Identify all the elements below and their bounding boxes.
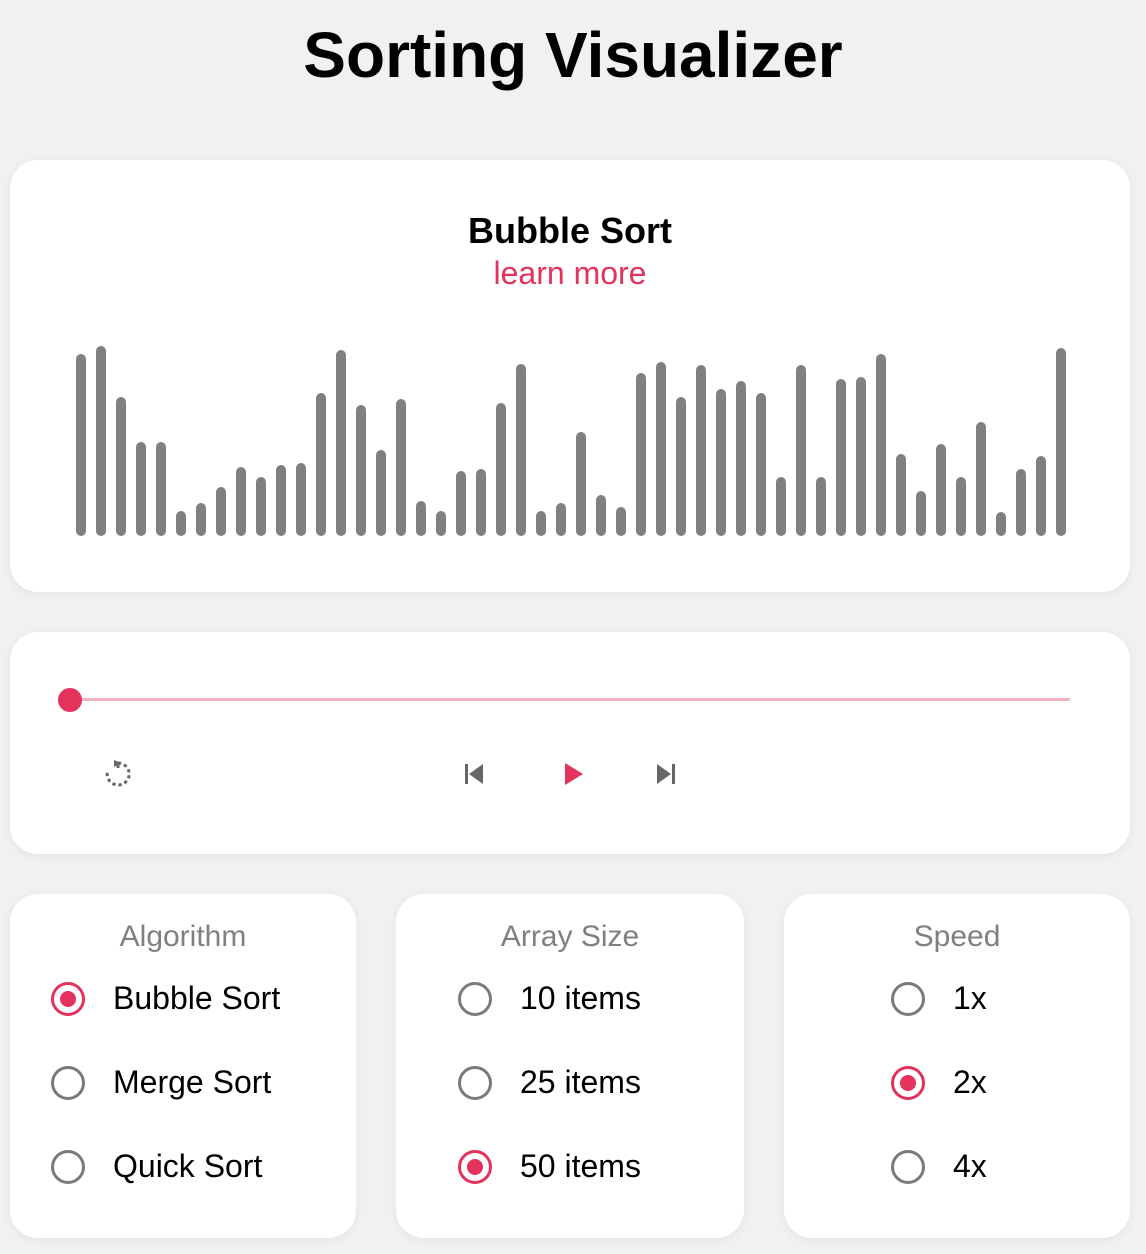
- speed-option-4x[interactable]: 4x: [891, 1148, 987, 1185]
- algorithm-option-label: Merge Sort: [113, 1064, 272, 1100]
- array-bar: [556, 503, 566, 536]
- algorithm-option-quick-sort[interactable]: Quick Sort: [51, 1148, 262, 1185]
- array-bar: [596, 495, 606, 536]
- array-bar: [396, 399, 406, 536]
- array-size-option-50[interactable]: 50 items: [458, 1148, 641, 1185]
- array-size-option-label: 10 items: [520, 980, 641, 1016]
- previous-button[interactable]: [454, 756, 494, 796]
- page-title: Sorting Visualizer: [303, 19, 843, 91]
- array-bar: [176, 511, 186, 536]
- array-bar: [416, 501, 426, 536]
- play-button[interactable]: [552, 756, 592, 796]
- array-bar: [676, 397, 686, 536]
- array-bar: [496, 403, 506, 536]
- playback-card: [10, 632, 1130, 854]
- array-bar: [636, 373, 646, 536]
- array-bar: [876, 354, 886, 536]
- skip-next-icon: [651, 759, 681, 794]
- speed-option-2x[interactable]: 2x: [891, 1064, 987, 1101]
- array-bar: [136, 442, 146, 536]
- progress-track[interactable]: [70, 698, 1070, 701]
- array-bar: [116, 397, 126, 536]
- array-bar: [1056, 348, 1066, 536]
- array-bar: [716, 389, 726, 536]
- radio-button[interactable]: [51, 1065, 85, 1100]
- radio-button[interactable]: [458, 1149, 492, 1184]
- array-bar: [296, 463, 306, 536]
- speed-options-title: Speed: [913, 920, 1001, 953]
- play-icon: [557, 759, 587, 794]
- bar-chart: [10, 160, 1130, 592]
- next-button[interactable]: [646, 756, 686, 796]
- array-bar: [256, 477, 266, 536]
- array-bar: [996, 512, 1006, 536]
- speed-option-1x[interactable]: 1x: [891, 980, 987, 1017]
- replay-icon: [100, 756, 136, 797]
- array-bar: [836, 379, 846, 536]
- algorithm-option-merge-sort[interactable]: Merge Sort: [51, 1064, 271, 1101]
- array-bar: [356, 405, 366, 536]
- array-bar: [976, 422, 986, 536]
- array-bar: [736, 381, 746, 536]
- array-bar: [516, 364, 526, 536]
- array-size-option-10[interactable]: 10 items: [458, 980, 641, 1017]
- array-bar: [436, 511, 446, 536]
- reset-button[interactable]: [98, 756, 138, 796]
- algorithm-option-label: Quick Sort: [113, 1148, 263, 1184]
- array-bar: [476, 469, 486, 536]
- array-size-option-label: 25 items: [520, 1064, 641, 1100]
- array-bar: [536, 511, 546, 536]
- array-bar: [96, 346, 106, 536]
- array-bar: [316, 393, 326, 536]
- array-bar: [376, 450, 386, 536]
- array-bar: [456, 471, 466, 536]
- array-bar: [896, 454, 906, 536]
- speed-option-label: 4x: [953, 1148, 987, 1184]
- algorithm-option-label: Bubble Sort: [113, 980, 281, 1016]
- array-bar: [236, 467, 246, 536]
- speed-option-label: 1x: [953, 980, 987, 1016]
- speed-option-label: 2x: [953, 1064, 987, 1100]
- array-bar: [796, 365, 806, 536]
- array-bar: [336, 350, 346, 536]
- radio-button[interactable]: [891, 1149, 925, 1184]
- array-size-options-title: Array Size: [500, 920, 640, 953]
- array-bar: [276, 465, 286, 536]
- array-bar: [616, 507, 626, 536]
- array-bar: [156, 442, 166, 536]
- array-bar: [196, 503, 206, 536]
- array-bar: [916, 491, 926, 536]
- radio-button[interactable]: [51, 1149, 85, 1184]
- array-bar: [656, 362, 666, 536]
- radio-button[interactable]: [458, 1065, 492, 1100]
- speed-options: Speed 1x 2x 4x: [784, 894, 1130, 1238]
- radio-button[interactable]: [458, 981, 492, 1016]
- array-bar: [696, 365, 706, 536]
- array-bar: [816, 477, 826, 536]
- array-size-option-label: 50 items: [520, 1148, 641, 1184]
- visualizer-card: Bubble Sort learn more: [10, 160, 1130, 592]
- array-bar: [1016, 469, 1026, 536]
- array-bar: [776, 477, 786, 536]
- algorithm-options: Algorithm Bubble Sort Merge Sort Quick S…: [10, 894, 356, 1238]
- array-size-option-25[interactable]: 25 items: [458, 1064, 641, 1101]
- radio-button[interactable]: [891, 981, 925, 1016]
- array-bar: [216, 487, 226, 536]
- array-bar: [1036, 456, 1046, 536]
- skip-previous-icon: [459, 759, 489, 794]
- radio-button[interactable]: [51, 981, 85, 1016]
- array-size-options: Array Size 10 items 25 items 50 items: [396, 894, 744, 1238]
- progress-thumb[interactable]: [58, 688, 82, 712]
- radio-button[interactable]: [891, 1065, 925, 1100]
- array-bar: [756, 393, 766, 536]
- array-bar: [576, 432, 586, 536]
- algorithm-option-bubble-sort[interactable]: Bubble Sort: [51, 980, 280, 1017]
- algorithm-options-title: Algorithm: [119, 920, 247, 953]
- array-bar: [856, 377, 866, 536]
- array-bar: [936, 444, 946, 536]
- array-bar: [956, 477, 966, 536]
- array-bar: [76, 354, 86, 536]
